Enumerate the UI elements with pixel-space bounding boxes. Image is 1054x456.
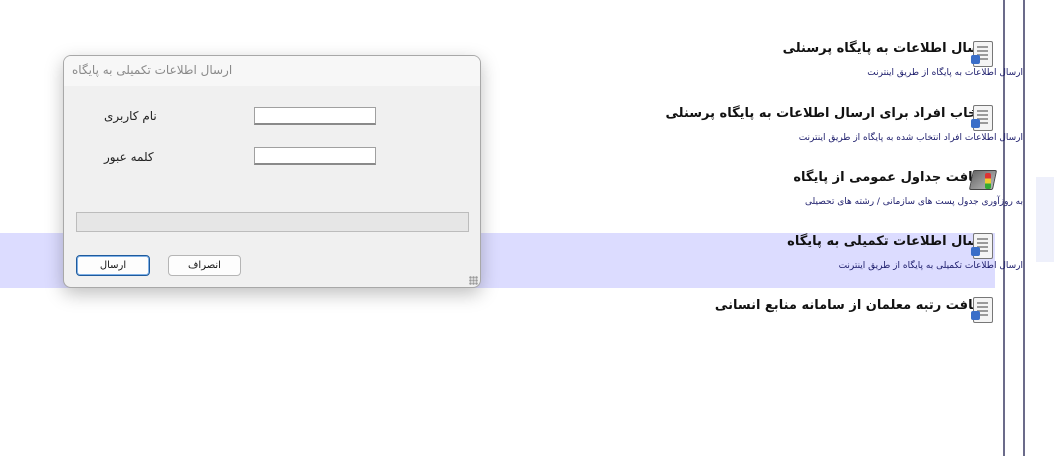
username-input[interactable] <box>254 107 376 125</box>
item-title: ارسال اطلاعات تکمیلی به پایگاه <box>787 234 992 249</box>
item-description: به روزآوری جدول پست های سازمانی / رشته ه… <box>805 197 1023 207</box>
item-description: ارسال اطلاعات به پایگاه از طریق اینترنت <box>867 68 1023 78</box>
item-description: ارسال اطلاعات تکمیلی به پایگاه از طریق ا… <box>838 261 1023 271</box>
resize-grip-icon[interactable] <box>469 276 478 285</box>
send-button[interactable]: ارسال <box>76 255 150 276</box>
dialog-title: ارسال اطلاعات تکمیلی به پایگاه <box>72 63 233 77</box>
send-dialog: ارسال اطلاعات تکمیلی به پایگاه نام کاربر… <box>63 55 481 288</box>
document-icon <box>968 294 994 324</box>
item-title: دریافت رتبه معلمان از سامانه منابع انسان… <box>714 298 992 313</box>
password-label: کلمه عبور <box>104 150 154 164</box>
document-icon <box>968 102 994 132</box>
username-label: نام کاربری <box>104 109 157 123</box>
dialog-titlebar[interactable]: ارسال اطلاعات تکمیلی به پایگاه <box>64 56 480 86</box>
side-panel-edge <box>1036 177 1054 262</box>
item-title: دریافت جداول عمومی از پایگاه <box>793 170 992 185</box>
password-input[interactable] <box>254 147 376 165</box>
document-icon <box>968 38 994 68</box>
item-title: ارسال اطلاعات به پایگاه پرسنلی <box>782 41 992 56</box>
book-icon <box>968 165 998 195</box>
document-icon <box>968 230 994 260</box>
progress-bar <box>76 212 469 232</box>
cancel-button[interactable]: انصراف <box>168 255 241 276</box>
item-title: انتخاب افراد برای ارسال اطلاعات به پایگا… <box>665 106 993 121</box>
item-description: ارسال اطلاعات افراد انتخاب شده به پایگاه… <box>798 133 1023 143</box>
